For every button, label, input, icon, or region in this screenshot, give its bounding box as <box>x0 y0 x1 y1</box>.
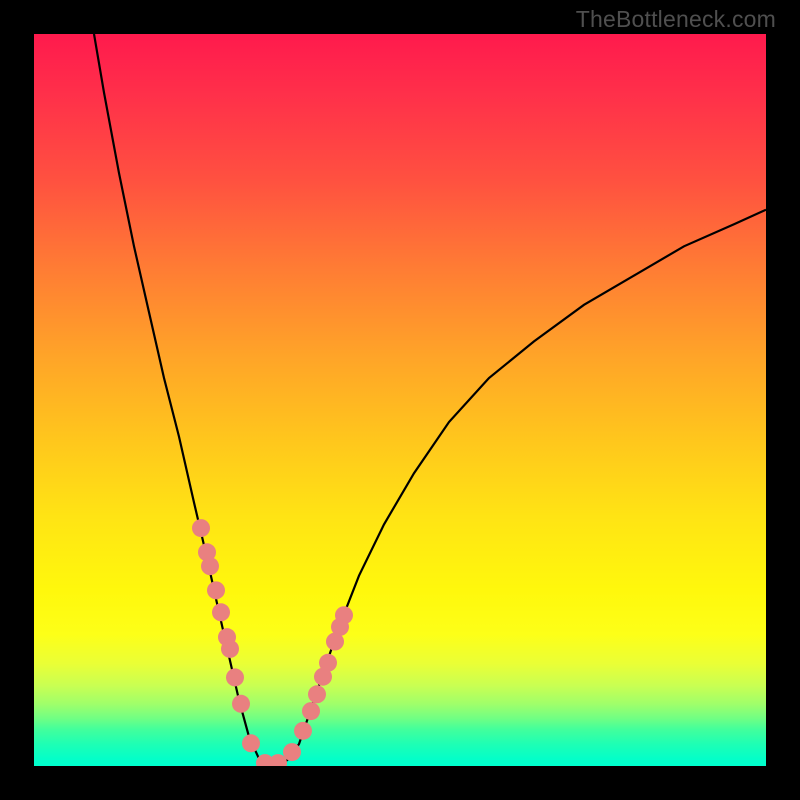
curve-markers <box>192 519 353 766</box>
plot-area <box>34 34 766 766</box>
curve-marker-dot <box>294 722 312 740</box>
curve-marker-dot <box>192 519 210 537</box>
curve-marker-dot <box>226 668 244 686</box>
bottleneck-curve-svg <box>34 34 766 766</box>
curve-marker-dot <box>335 606 353 624</box>
curve-marker-dot <box>242 734 260 752</box>
chart-frame: TheBottleneck.com <box>0 0 800 800</box>
curve-marker-dot <box>232 695 250 713</box>
watermark-text: TheBottleneck.com <box>576 6 776 33</box>
curve-marker-dot <box>302 702 320 720</box>
bottleneck-curve <box>94 34 766 766</box>
curve-marker-dot <box>201 557 219 575</box>
curve-marker-dot <box>283 743 301 761</box>
curve-marker-dot <box>212 603 230 621</box>
curve-marker-dot <box>319 654 337 672</box>
curve-marker-dot <box>221 640 239 658</box>
curve-marker-dot <box>207 581 225 599</box>
curve-marker-dot <box>308 685 326 703</box>
